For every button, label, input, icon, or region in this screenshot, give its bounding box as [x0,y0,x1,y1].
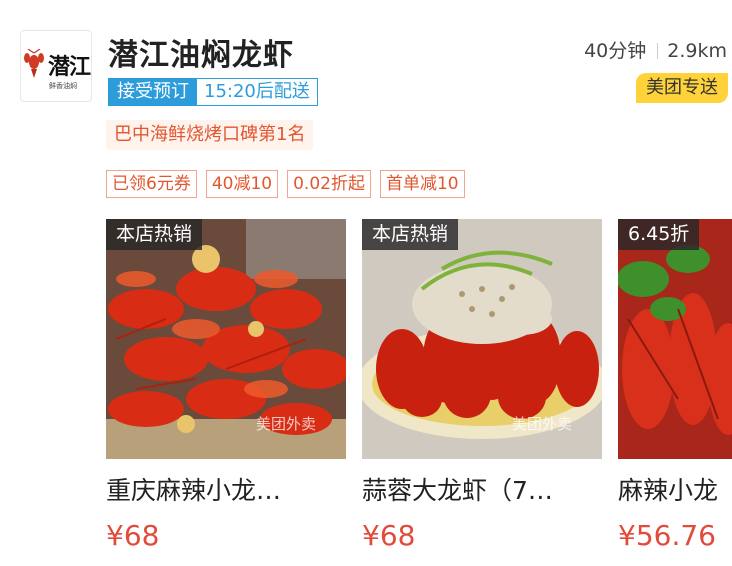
shop-name[interactable]: 潜江油焖龙虾 [108,30,294,74]
lobster-icon [24,49,44,78]
preorder-status: 接受预订 [109,79,197,105]
coupon-tag: 0.02折起 [287,170,371,198]
delivery-meta: 40分钟 2.9km [584,36,727,63]
logo-sub-text: 鲜香油焖 [49,82,77,90]
product-card[interactable]: 6.45折 麻辣小龙 ¥56.76 [618,219,732,552]
product-image[interactable]: 本店热销 美团外卖 [106,219,346,459]
watermark: 美团外卖 [256,415,317,433]
product-price: ¥56.76 [618,519,716,552]
product-image[interactable]: 6.45折 [618,219,732,459]
distance: 2.9km [667,40,727,62]
coupon-tag: 首单减10 [379,170,465,198]
watermark: 美团外卖 [512,415,573,433]
coupon-tag[interactable]: 已领6元券 [106,170,197,198]
product-label: 6.45折 [618,219,700,250]
logo-brand-text: 潜江 [48,55,91,80]
product-label: 本店热销 [362,219,459,250]
coupon-tag: 40减10 [205,170,279,198]
product-card[interactable]: 本店热销 美团外卖 重庆麻辣小龙… ¥68 [106,219,346,552]
product-name[interactable]: 重庆麻辣小龙… [106,471,346,507]
preorder-delivery-time: 15:20后配送 [197,79,317,105]
delivery-time: 40分钟 [584,40,647,62]
product-price: ¥68 [106,519,160,552]
shop-logo[interactable]: 潜江 鲜香油焖 [20,30,92,102]
preorder-tag: 接受预订 15:20后配送 [108,78,318,106]
meta-divider [657,43,659,59]
product-label: 本店热销 [106,219,203,250]
coupon-list: 已领6元券 40减10 0.02折起 首单减10 [106,170,465,198]
product-name[interactable]: 蒜蓉大龙虾（7… [362,471,602,507]
product-name[interactable]: 麻辣小龙 [618,471,732,507]
meituan-delivery-badge: 美团专送 [636,73,728,103]
rank-tag: 巴中海鲜烧烤口碑第1名 [106,120,314,150]
product-price: ¥68 [362,519,416,552]
product-image[interactable]: 本店热销 美团外卖 [362,219,602,459]
product-card[interactable]: 本店热销 美团外卖 蒜蓉大龙虾（7… ¥68 [362,219,602,552]
food-photo-spicy-crayfish [618,219,732,459]
